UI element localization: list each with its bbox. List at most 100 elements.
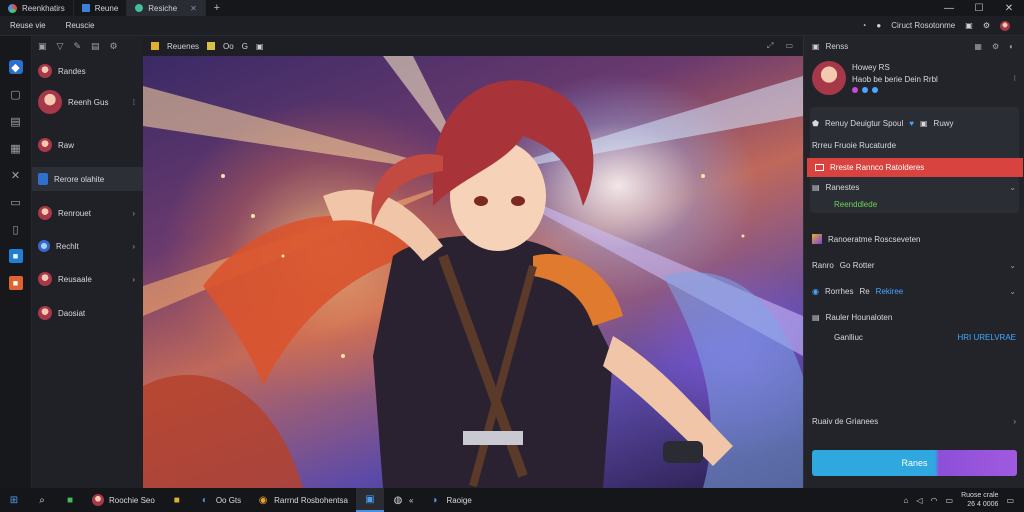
- primary-action-button[interactable]: Ranes: [812, 450, 1017, 476]
- crop-icon[interactable]: ▣: [256, 42, 264, 51]
- maximize-button[interactable]: ☐: [964, 0, 994, 16]
- volume-icon[interactable]: ◁: [916, 496, 922, 505]
- channel-item[interactable]: Randes: [32, 62, 143, 80]
- channel-label: Daosiat: [58, 308, 86, 318]
- note-icon[interactable]: [207, 42, 216, 50]
- notification-icon[interactable]: ●: [876, 21, 881, 30]
- search-button[interactable]: ⌕: [28, 488, 56, 512]
- tab-reune[interactable]: Reune: [74, 0, 128, 16]
- chevron-right-icon[interactable]: ›: [1013, 417, 1016, 426]
- topline-item[interactable]: Reuse vie: [10, 21, 46, 30]
- tools-icon[interactable]: ✕: [9, 168, 23, 182]
- card-row-label: Renuy Deuigtur Spoul: [824, 118, 904, 128]
- avatar: [38, 206, 52, 220]
- channel-item[interactable]: Reusaale ›: [32, 270, 143, 288]
- highlight-value[interactable]: HRI URELVRAE: [957, 333, 1016, 342]
- new-tab-button[interactable]: +: [206, 0, 228, 16]
- tab-resiche[interactable]: Resiche ✕: [127, 0, 206, 16]
- channel-label: Reenh Gus: [68, 97, 109, 107]
- details-panel: ▣ Renss ▦ ⚙ ◐ Howey RS Haob be berie Dei…: [803, 36, 1024, 488]
- section-row[interactable]: Ranro Go Rotter ⌄: [812, 258, 1016, 272]
- channel-item[interactable]: Daosiat: [32, 304, 143, 322]
- wifi-icon[interactable]: ◠: [931, 496, 938, 505]
- avatar: [38, 90, 62, 114]
- profile-row[interactable]: Howey RS Haob be berie Dein Rrbl ⁝: [812, 60, 1016, 96]
- taskbar-app[interactable]: ◉ Rarrnd Rosbohentsa: [249, 488, 356, 512]
- home-icon[interactable]: ◆: [8, 60, 23, 74]
- chart-icon[interactable]: ▦: [9, 141, 23, 155]
- section-row[interactable]: ◉ Rorrhes Re Rekiree ⌄: [812, 284, 1016, 298]
- more-icon[interactable]: ›: [132, 275, 135, 284]
- close-tab-icon[interactable]: ✕: [190, 4, 197, 13]
- more-icon[interactable]: ⁝: [1013, 74, 1016, 83]
- battery-icon[interactable]: ▭: [946, 496, 954, 505]
- channel-item[interactable]: Reenh Gus ⁞: [32, 88, 143, 116]
- toolbar-label[interactable]: Oo: [223, 42, 234, 51]
- taskbar-app[interactable]: ◗ Raoige: [421, 488, 479, 512]
- channel-item-active[interactable]: Rerore olahite: [32, 167, 143, 191]
- avatar[interactable]: [1000, 20, 1010, 31]
- channel-label: Rerore olahite: [54, 174, 105, 184]
- app-logo-icon: [8, 3, 17, 13]
- link-value[interactable]: Rekiree: [876, 287, 904, 296]
- folder-icon: ■: [173, 494, 180, 506]
- clock[interactable]: Ruose crale 26 4 0006: [961, 491, 998, 509]
- taskbar-app[interactable]: ■: [56, 488, 84, 512]
- collapse-icon[interactable]: ▣: [38, 41, 47, 52]
- button-label: Ranes: [901, 458, 928, 468]
- more-icon[interactable]: ›: [132, 209, 135, 218]
- minimize-button[interactable]: —: [934, 0, 964, 16]
- settings-icon[interactable]: ⚙: [983, 21, 990, 30]
- taskbar-app-active[interactable]: ▣: [355, 488, 384, 512]
- card-row[interactable]: ▤ Ranestes ⌄: [812, 181, 1016, 193]
- settings-icon[interactable]: ⚙: [110, 41, 118, 52]
- more-icon[interactable]: ›: [132, 242, 135, 251]
- folder-icon[interactable]: [151, 42, 159, 50]
- expand-icon[interactable]: ⤢: [767, 41, 773, 51]
- tab-reenkhatirs[interactable]: Reenkhatirs: [0, 0, 74, 16]
- start-button[interactable]: ⊞: [0, 488, 28, 512]
- calendar-icon[interactable]: ▤: [9, 114, 23, 128]
- taskbar-app[interactable]: ■: [163, 488, 191, 512]
- window-icon[interactable]: ▭: [785, 41, 793, 51]
- toolbar-label[interactable]: G: [242, 42, 248, 51]
- gem-icon: [812, 234, 822, 244]
- share-icon[interactable]: ◐: [1009, 42, 1014, 51]
- gallery-icon[interactable]: ▣: [965, 21, 973, 30]
- toolbar-label[interactable]: Reuenes: [167, 42, 199, 51]
- timer-icon[interactable]: ◔: [862, 21, 867, 30]
- inbox-icon[interactable]: ▢: [9, 87, 23, 101]
- topline-item[interactable]: Reuscie: [66, 21, 95, 30]
- edit-icon[interactable]: ✎: [73, 41, 81, 52]
- copy-icon[interactable]: ▤: [91, 41, 100, 52]
- channel-item[interactable]: Renrouet ›: [32, 204, 143, 222]
- network-icon[interactable]: ⌂: [904, 496, 909, 505]
- channel-item[interactable]: Raw: [32, 136, 143, 154]
- channel-label: Renrouet: [58, 208, 91, 218]
- window-controls: — ☐ ✕: [934, 0, 1024, 16]
- chevron-down-icon[interactable]: ⌄: [1009, 261, 1016, 270]
- plugin-icon[interactable]: ■: [8, 276, 23, 290]
- tab-strip: Reenkhatirs Reune Resiche ✕ + — ☐ ✕: [0, 0, 1024, 16]
- filter-icon[interactable]: ▽: [57, 41, 64, 52]
- taskbar-app[interactable]: ◐ Oo Gts: [191, 488, 249, 512]
- chevron-down-icon[interactable]: ⌄: [1009, 183, 1016, 192]
- settings-icon[interactable]: ⚙: [992, 42, 999, 51]
- taskbar-app[interactable]: Roochie Seo: [84, 488, 163, 512]
- top-bar: Reuse vie Reuscie ◔ ● Ciruct Rosotonme ▣…: [0, 16, 1024, 36]
- alert-bar[interactable]: Rreste Rannco Ratolderes: [807, 158, 1023, 177]
- more-icon[interactable]: ⁞: [133, 98, 135, 107]
- grid-icon[interactable]: ▦: [974, 42, 982, 51]
- close-window-button[interactable]: ✕: [994, 0, 1024, 16]
- channel-item[interactable]: Rechlt ›: [32, 237, 143, 255]
- taskbar-app[interactable]: ◍ «: [384, 488, 421, 512]
- notification-icon[interactable]: ▭: [1006, 496, 1014, 505]
- tag-icon: ▣: [919, 118, 928, 128]
- folder-icon[interactable]: ▯: [9, 222, 23, 236]
- store-icon[interactable]: ■: [8, 249, 23, 263]
- section-row[interactable]: Ruaiv de Grianees ›: [812, 414, 1016, 428]
- image-icon[interactable]: ▭: [9, 195, 23, 209]
- card-row[interactable]: ⬟ Renuy Deuigtur Spoul ♥ ▣ Ruwy: [812, 116, 1016, 130]
- section-row[interactable]: Ranoeratme Roscseveten: [812, 232, 1016, 246]
- chevron-down-icon[interactable]: ⌄: [1009, 287, 1016, 296]
